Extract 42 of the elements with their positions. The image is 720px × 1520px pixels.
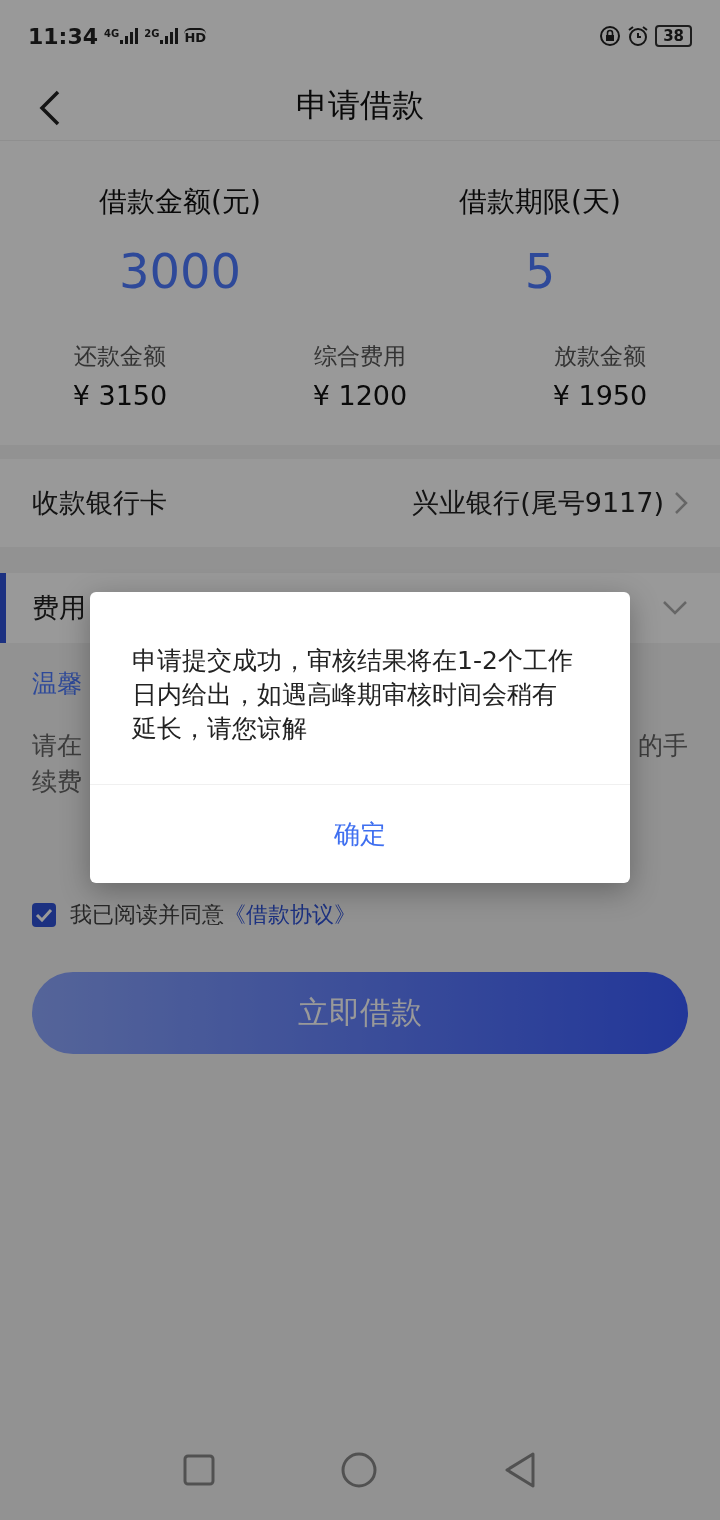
tips-text: 请在 xyxy=(32,730,82,762)
page-title: 申请借款 xyxy=(296,85,424,126)
summary-label: 还款金额 xyxy=(73,342,167,371)
signal-icon xyxy=(160,28,179,44)
summary-value: ¥ 3150 xyxy=(71,380,169,411)
tips-title: 温馨 xyxy=(32,668,82,700)
agreement-link[interactable]: 《借款协议》 xyxy=(224,900,356,930)
dialog-message: 申请提交成功，审核结果将在1-2个工作日内给出，如遇高峰期审核时间会稍有延长，请您谅解 xyxy=(90,592,630,785)
bank-card-label: 收款银行卡 xyxy=(32,486,168,520)
summary-label: 综合费用 xyxy=(313,342,407,371)
checkmark-icon xyxy=(35,908,53,922)
hd-label: HD xyxy=(184,27,207,45)
loan-term: 5 xyxy=(523,243,557,299)
back-nav-icon[interactable] xyxy=(503,1451,538,1489)
summary-label: 放款金额 xyxy=(553,342,647,371)
alarm-icon xyxy=(627,25,650,47)
amount-label: 借款金额(元) xyxy=(98,184,262,220)
tips-text: 的手 xyxy=(638,730,688,762)
agreement-text: 我已阅读并同意 xyxy=(70,901,224,929)
home-icon[interactable] xyxy=(340,1451,378,1489)
rotation-lock-icon xyxy=(599,25,622,47)
fee-section-label: 费用 xyxy=(32,591,87,625)
chevron-right-icon xyxy=(674,491,688,515)
bank-card-value: 兴业银行(尾号9117) xyxy=(412,486,664,520)
chevron-down-icon xyxy=(662,600,688,616)
network-label: 4G xyxy=(104,28,120,39)
summary-value: ¥ 1200 xyxy=(311,380,409,411)
agreement-checkbox[interactable] xyxy=(32,903,56,927)
loan-amount: 3000 xyxy=(117,243,243,299)
network-label: 2G xyxy=(144,28,160,39)
battery-level: 38 xyxy=(655,25,692,47)
borrow-button[interactable]: 立即借款 xyxy=(32,972,688,1054)
confirm-button[interactable]: 确定 xyxy=(90,785,630,883)
status-time: 11:34 xyxy=(28,23,99,49)
tips-text: 续费 xyxy=(32,766,82,798)
summary-value: ¥ 1950 xyxy=(551,380,649,411)
section-marker xyxy=(0,573,6,643)
recent-apps-icon[interactable] xyxy=(182,1454,215,1486)
signal-icon xyxy=(120,28,139,44)
back-icon[interactable] xyxy=(38,90,62,126)
term-label: 借款期限(天) xyxy=(458,184,622,220)
bank-card-row[interactable]: 收款银行卡 兴业银行(尾号9117) xyxy=(0,459,720,547)
